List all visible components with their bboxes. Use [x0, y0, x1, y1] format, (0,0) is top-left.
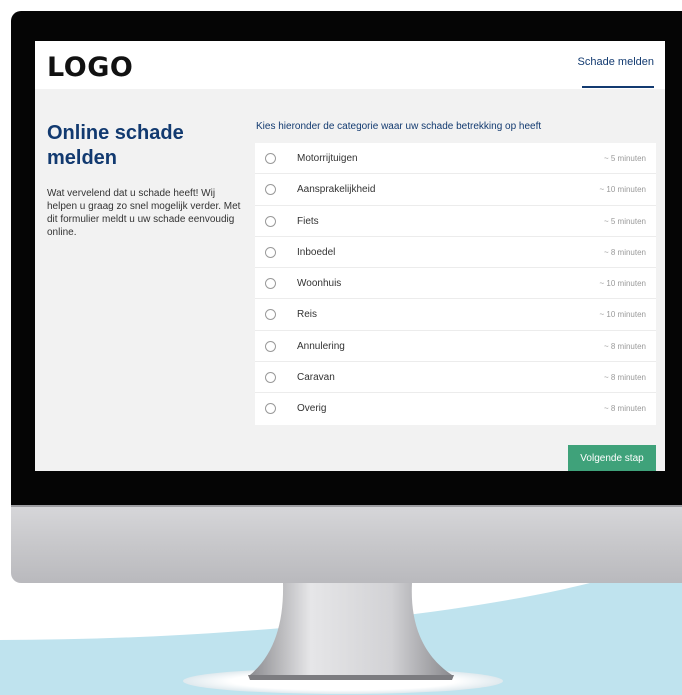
- category-option-caravan[interactable]: Caravan ~ 8 minuten: [255, 362, 656, 394]
- option-duration: ~ 8 minuten: [603, 373, 646, 383]
- page-title: Online schade melden: [47, 122, 184, 169]
- radio-button[interactable]: [265, 340, 276, 352]
- option-duration: ~ 10 minuten: [599, 185, 646, 195]
- option-label: Caravan: [297, 372, 335, 384]
- option-duration: ~ 8 minuten: [603, 247, 646, 257]
- next-step-button[interactable]: Volgende stap: [568, 445, 656, 471]
- option-label: Overig: [297, 403, 327, 415]
- category-option-annulering[interactable]: Annulering ~ 8 minuten: [255, 331, 656, 363]
- category-question: Kies hieronder de categorie waar uw scha…: [256, 121, 542, 132]
- radio-button[interactable]: [265, 184, 276, 196]
- option-label: Annulering: [297, 340, 345, 352]
- option-duration: ~ 8 minuten: [603, 341, 646, 351]
- monitor-chin-divider: [11, 505, 682, 507]
- site-header: LOGO Schade melden: [35, 41, 665, 89]
- option-duration: ~ 5 minuten: [603, 216, 646, 226]
- radio-button[interactable]: [265, 215, 276, 227]
- website-screen: LOGO Schade melden Online schade melden …: [35, 41, 665, 471]
- category-option-overig[interactable]: Overig ~ 8 minuten: [255, 393, 656, 424]
- category-option-motorrijtuigen[interactable]: Motorrijtuigen ~ 5 minuten: [255, 143, 656, 175]
- option-duration: ~ 8 minuten: [603, 404, 646, 414]
- radio-button[interactable]: [265, 309, 276, 321]
- option-duration: ~ 10 minuten: [599, 279, 646, 289]
- logo: LOGO: [47, 52, 134, 83]
- radio-button[interactable]: [265, 153, 276, 164]
- intro-text: Wat vervelend dat u schade heeft! Wij he…: [47, 188, 241, 238]
- option-label: Woonhuis: [297, 278, 342, 290]
- option-label: Reis: [297, 309, 318, 321]
- category-option-aansprakelijkheid[interactable]: Aansprakelijkheid ~ 10 minuten: [255, 174, 656, 206]
- category-option-fiets[interactable]: Fiets ~ 5 minuten: [255, 206, 656, 237]
- category-option-inboedel[interactable]: Inboedel ~ 8 minuten: [255, 237, 656, 269]
- option-duration: ~ 10 minuten: [599, 310, 646, 320]
- option-label: Motorrijtuigen: [297, 153, 358, 164]
- radio-button[interactable]: [265, 246, 276, 258]
- radio-button[interactable]: [265, 372, 276, 384]
- category-option-list: Motorrijtuigen ~ 5 minuten Aansprakelijk…: [255, 143, 656, 425]
- option-label: Fiets: [297, 215, 319, 227]
- monitor-chin: [11, 505, 682, 583]
- option-label: Inboedel: [297, 246, 336, 258]
- nav-link-schade-melden[interactable]: Schade melden: [578, 56, 654, 68]
- radio-button[interactable]: [265, 403, 276, 415]
- radio-button[interactable]: [265, 278, 276, 290]
- category-option-reis[interactable]: Reis ~ 10 minuten: [255, 299, 656, 331]
- nav-active-indicator: [582, 86, 654, 88]
- option-label: Aansprakelijkheid: [297, 184, 376, 196]
- option-duration: ~ 5 minuten: [603, 154, 646, 163]
- monitor-stand: [183, 583, 503, 694]
- category-option-woonhuis[interactable]: Woonhuis ~ 10 minuten: [255, 268, 656, 300]
